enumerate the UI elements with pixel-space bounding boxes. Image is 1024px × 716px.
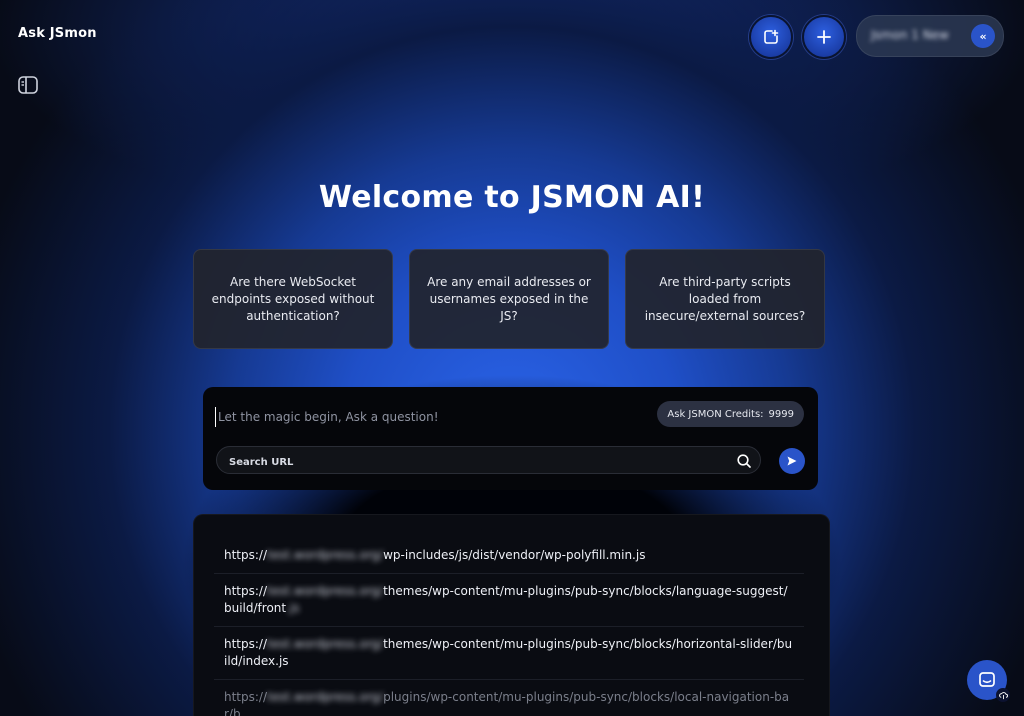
url-list-item[interactable]: https://test.wordpress.org/wp-includes/j… [214,538,804,574]
send-icon [787,456,797,466]
url-prefix: https:// [224,584,268,598]
collapse-chevrons-icon[interactable]: « [971,24,995,48]
url-prefix: https:// [224,690,268,704]
new-chat-button[interactable] [749,15,793,59]
app-title: Ask JSmon [18,26,97,41]
project-selector[interactable]: Jsmon 1 New « [856,15,1004,57]
suggestion-card[interactable]: Are third-party scripts loaded from inse… [625,249,825,349]
url-host-redacted: test.wordpress.org/ [267,690,384,704]
url-list-item[interactable]: https://test.wordpress.org/themes/wp-con… [214,627,804,680]
suggestion-card[interactable]: Are there WebSocket endpoints exposed wi… [193,249,393,349]
credits-label: Ask JSMON Credits: [667,408,764,420]
plus-icon [817,30,831,44]
help-chat-button[interactable] [967,660,1010,702]
search-icon[interactable] [736,453,752,469]
add-project-button[interactable] [802,15,846,59]
url-tail-redacted: .js [286,601,300,615]
sidebar-toggle-icon[interactable] [18,76,38,94]
credits-value: 9999 [768,408,794,420]
url-list: https://test.wordpress.org/wp-includes/j… [214,538,804,716]
suggestion-card[interactable]: Are any email addresses or usernames exp… [409,249,609,349]
welcome-heading: Welcome to JSMON AI! [318,180,706,215]
search-url-input[interactable] [227,453,711,471]
url-prefix: https:// [224,637,268,651]
chat-bubble-icon [979,672,995,687]
question-input[interactable] [215,407,640,427]
credits-badge: Ask JSMON Credits: 9999 [657,401,804,427]
project-name: Jsmon 1 New [871,28,949,42]
url-list-item[interactable]: https://test.wordpress.org/plugins/wp-co… [214,680,804,716]
send-button[interactable] [779,448,805,474]
url-host-redacted: test.wordpress.org/ [267,637,384,651]
search-url-field[interactable] [216,446,761,474]
new-chat-icon [764,29,779,44]
url-host-redacted: test.wordpress.org/ [267,548,384,562]
url-path: wp-includes/js/dist/vendor/wp-polyfill.m… [383,548,646,562]
chat-composer: Ask JSMON Credits: 9999 [203,387,818,490]
cloud-download-icon [996,688,1010,702]
url-prefix: https:// [224,548,268,562]
url-list-item[interactable]: https://test.wordpress.org/themes/wp-con… [214,574,804,627]
url-host-redacted: test.wordpress.org/ [267,584,384,598]
url-list-panel: https://test.wordpress.org/wp-includes/j… [193,514,830,716]
